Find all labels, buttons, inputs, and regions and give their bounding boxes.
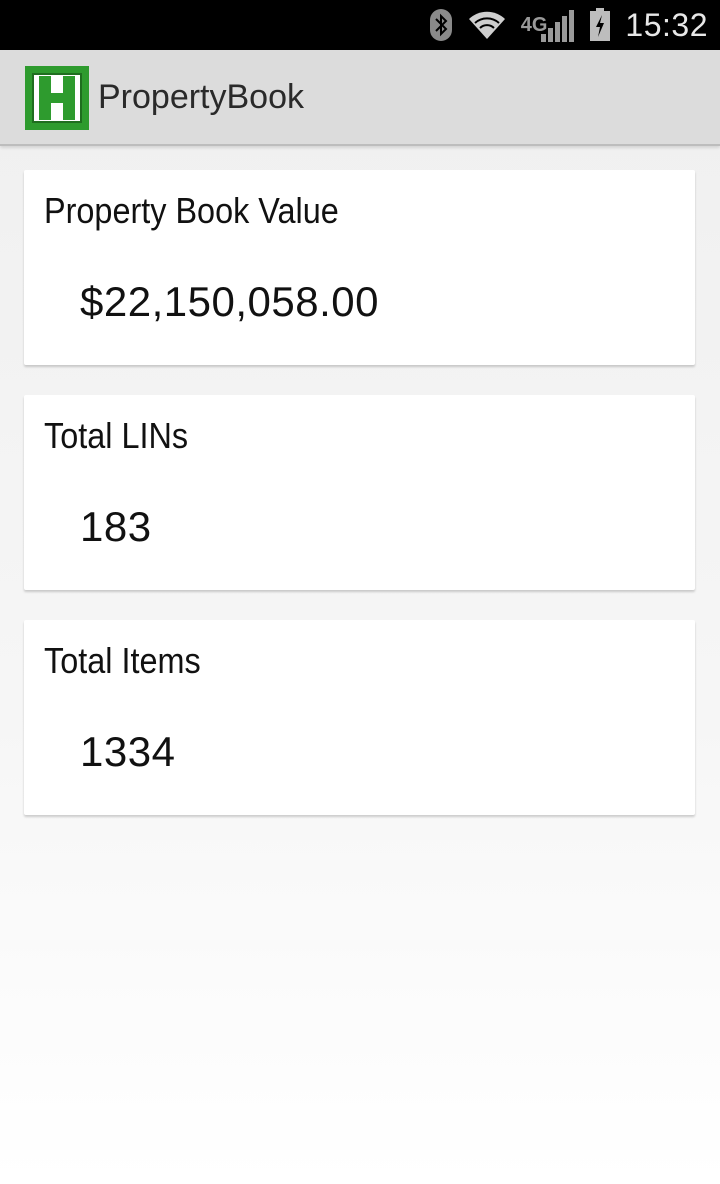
app-logo-h-icon[interactable] [25, 66, 89, 130]
battery-charging-icon [589, 8, 611, 42]
card-value: $22,150,058.00 [80, 278, 379, 325]
card-label: Property Book Value [44, 190, 339, 231]
property-book-value-card[interactable]: Property Book Value $22,150,058.00 [24, 170, 695, 365]
status-time: 15:32 [625, 6, 708, 43]
signal-icon: 4G [521, 8, 576, 42]
card-label: Total Items [44, 640, 201, 681]
total-items-card[interactable]: Total Items 1334 [24, 620, 695, 815]
total-lins-card[interactable]: Total LINs 183 [24, 395, 695, 590]
card-value: 183 [80, 503, 152, 550]
app-title: PropertyBook [98, 78, 304, 116]
card-value: 1334 [80, 728, 176, 775]
status-icons: 4G 15:32 [429, 0, 708, 50]
bluetooth-icon [429, 8, 453, 42]
wifi-icon [467, 9, 507, 41]
card-label: Total LINs [44, 415, 189, 456]
status-bar: 4G 15:32 [0, 0, 720, 50]
action-bar: PropertyBook [0, 50, 720, 146]
